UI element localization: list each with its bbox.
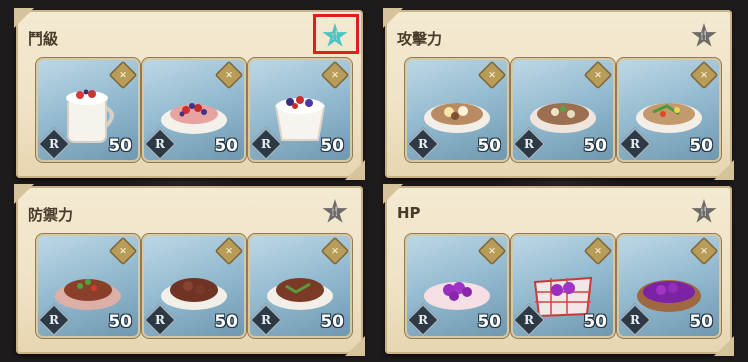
panel-title: 鬥級 (28, 30, 59, 48)
card-row: ✕ R 50 ✕ R 50 ✕ R 50 (38, 60, 350, 160)
quantity-label: 50 (214, 136, 238, 156)
quantity-label: 50 (689, 312, 713, 332)
food-card-berry-pancake[interactable]: ✕ R 50 (144, 60, 244, 160)
food-card-mushroom-salad[interactable]: ✕ R 50 (513, 60, 613, 160)
quantity-label: 50 (583, 136, 607, 156)
highlight-box (313, 14, 359, 54)
quantity-label: 50 (214, 312, 238, 332)
panel-title: 攻擊力 (397, 30, 443, 48)
food-card-yogurt-cup[interactable]: ✕ R 50 (38, 60, 138, 160)
category-panel-level: 鬥級 🍴 ✕ R 50 ✕ R 50 ✕ R 50 (16, 10, 363, 178)
panel-title: 防禦力 (28, 206, 74, 224)
quantity-label: 50 (320, 136, 344, 156)
category-badge[interactable]: 🍴 (690, 22, 718, 50)
quantity-label: 50 (108, 312, 132, 332)
food-card-grape-cloth[interactable]: ✕ R 50 (513, 236, 613, 336)
category-badge[interactable]: 🍴 (690, 198, 718, 226)
quantity-label: 50 (108, 136, 132, 156)
cutlery-star-icon: 🍴 (322, 199, 348, 223)
category-panel-attack: 攻擊力 🍴 ✕ R 50 ✕ R 50 ✕ R 50 (385, 10, 732, 178)
food-card-meat-herbs[interactable]: ✕ R 50 (250, 236, 350, 336)
food-card-egg-mushroom[interactable]: ✕ R 50 (407, 60, 507, 160)
food-card-braised-meat[interactable]: ✕ R 50 (144, 236, 244, 336)
category-panel-defense: 防禦力 🍴 ✕ R 50 ✕ R 50 ✕ R 50 (16, 186, 363, 354)
cutlery-star-icon: 🍴 (691, 23, 717, 47)
quantity-label: 50 (583, 312, 607, 332)
card-row: ✕ R 50 ✕ R 50 ✕ R 50 (407, 60, 719, 160)
category-panel-hp: HP 🍴 ✕ R 50 ✕ R 50 ✕ R 50 (385, 186, 732, 354)
card-row: ✕ R 50 ✕ R 50 ✕ R 50 (407, 236, 719, 336)
quantity-label: 50 (320, 312, 344, 332)
food-card-berry-bowl[interactable]: ✕ R 50 (250, 60, 350, 160)
panel-title: HP (397, 204, 421, 222)
quantity-label: 50 (477, 136, 501, 156)
quantity-label: 50 (689, 136, 713, 156)
quantity-label: 50 (477, 312, 501, 332)
cutlery-star-icon: 🍴 (691, 199, 717, 223)
food-card-veggie-stirfry[interactable]: ✕ R 50 (619, 60, 719, 160)
category-badge[interactable]: 🍴 (321, 198, 349, 226)
food-card-grape-basket[interactable]: ✕ R 50 (619, 236, 719, 336)
food-card-grape-plate[interactable]: ✕ R 50 (407, 236, 507, 336)
card-row: ✕ R 50 ✕ R 50 ✕ R 50 (38, 236, 350, 336)
food-card-meat-pepper[interactable]: ✕ R 50 (38, 236, 138, 336)
